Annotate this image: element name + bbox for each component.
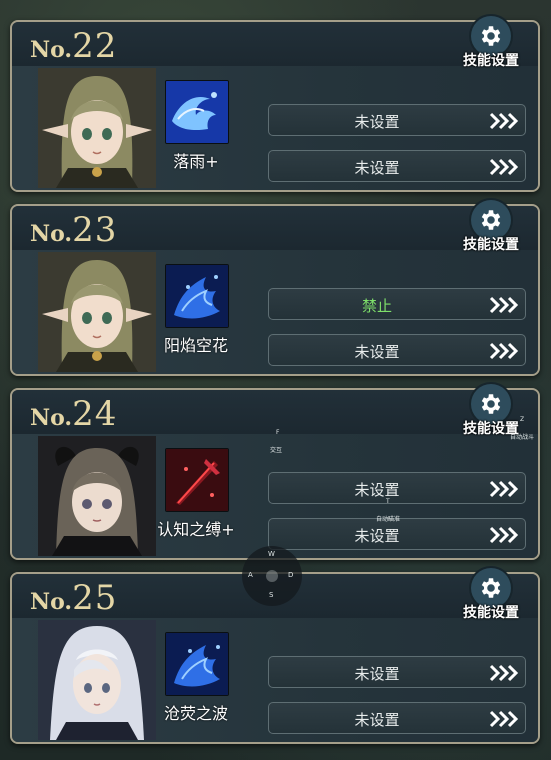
skill-slot-card-23: No.23 技能设置 阳焰空花 禁止 未设置: [10, 200, 540, 376]
gear-icon: [481, 578, 501, 598]
chevron-triple-right-icon: [489, 342, 519, 360]
slot-number: No.23: [30, 210, 118, 250]
skill-setting-button[interactable]: 技能设置: [458, 568, 524, 624]
skill-name: 沧荧之波: [163, 704, 228, 723]
slot-number: No.24: [30, 394, 118, 434]
character-portrait: [38, 252, 156, 372]
skill-condition-bar-1[interactable]: 未设置: [268, 104, 526, 136]
skill-condition-bar-2[interactable]: 未设置: [268, 150, 526, 182]
gear-icon: [481, 394, 501, 414]
wasd-dpad-overlay[interactable]: W A D S: [242, 546, 302, 606]
skill-setting-button[interactable]: 技能设置: [458, 16, 524, 72]
skill-name: 阳焰空花: [163, 336, 228, 355]
skill-icon: [165, 264, 229, 328]
dpad-center: [266, 570, 278, 582]
character-portrait: [38, 620, 156, 740]
skill-condition-bar-1[interactable]: 未设置: [268, 656, 526, 688]
skill-slot-card-22: No.22 技能设置 落雨+ 未设置 未设置: [10, 16, 540, 192]
keymap-t-label: 自动瞄准: [376, 516, 401, 523]
skill-setting-list: No.22 技能设置 落雨+ 未设置 未设置 No.23 技能设置 阳焰空花 禁…: [0, 0, 551, 760]
skill-icon: [165, 80, 229, 144]
keymap-z-label: 自动战斗: [510, 434, 535, 441]
keymap-t-key: T: [386, 498, 390, 505]
chevron-triple-right-icon: [489, 296, 519, 314]
chevron-triple-right-icon: [489, 526, 519, 544]
skill-setting-label: 技能设置: [463, 605, 519, 621]
gear-icon: [481, 210, 501, 230]
dpad-key-up: W: [268, 550, 275, 558]
chevron-triple-right-icon: [489, 112, 519, 130]
skill-condition-bar-2[interactable]: 未设置: [268, 702, 526, 734]
slot-number: No.25: [30, 578, 118, 618]
gear-icon: [481, 26, 501, 46]
skill-name: 认知之缚+: [157, 520, 235, 539]
dpad-key-right: D: [288, 571, 294, 579]
character-portrait: [38, 68, 156, 188]
skill-setting-button[interactable]: 技能设置: [458, 200, 524, 256]
chevron-triple-right-icon: [489, 710, 519, 728]
skill-name: 落雨+: [173, 152, 219, 171]
skill-slot-card-24: No.24 技能设置 认知之缚+ 未设置 未设置: [10, 384, 540, 560]
dpad-key-left: A: [248, 571, 253, 579]
keymap-f-label: 交互: [270, 447, 283, 454]
slot-number: No.22: [30, 26, 118, 66]
chevron-triple-right-icon: [489, 480, 519, 498]
skill-setting-label: 技能设置: [463, 53, 519, 69]
character-portrait: [38, 436, 156, 556]
skill-icon: [165, 448, 229, 512]
keymap-f-key: F: [276, 429, 280, 436]
chevron-triple-right-icon: [489, 664, 519, 682]
keymap-z-key: Z: [520, 416, 525, 423]
skill-setting-label: 技能设置: [463, 237, 519, 253]
dpad-key-down: S: [269, 591, 274, 599]
skill-condition-bar-1[interactable]: 禁止: [268, 288, 526, 320]
skill-icon: [165, 632, 229, 696]
chevron-triple-right-icon: [489, 158, 519, 176]
skill-condition-bar-2[interactable]: 未设置: [268, 334, 526, 366]
skill-condition-bar-1[interactable]: 未设置: [268, 472, 526, 504]
